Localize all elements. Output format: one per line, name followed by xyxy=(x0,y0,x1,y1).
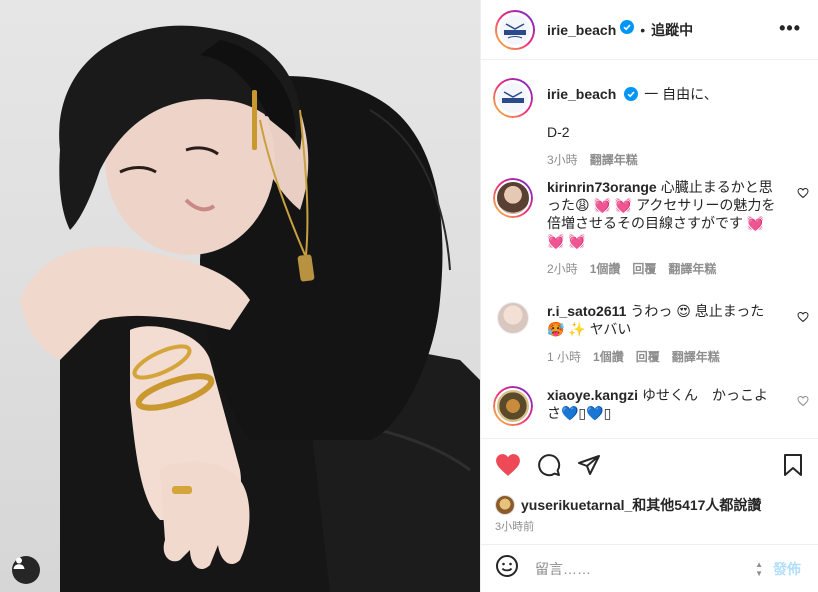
share-icon[interactable] xyxy=(577,453,601,482)
brand-logo-icon xyxy=(498,83,528,113)
author-username[interactable]: irie_beach xyxy=(547,22,616,38)
like-comment-heart-icon[interactable] xyxy=(797,394,809,412)
verified-icon xyxy=(620,20,635,39)
comment-item: xiaoye.kangzi ゆせくん かっこよさ💙▯💙▯ xyxy=(493,386,809,426)
commenter-username[interactable]: xiaoye.kangzi xyxy=(547,387,638,403)
caption-username[interactable]: irie_beach xyxy=(547,86,616,102)
caption: irie_beach 一 自由に、 D-2 3小時 翻譯年糕 xyxy=(493,78,809,169)
resize-handle-icon[interactable]: ▲ ▼ xyxy=(755,560,763,578)
reply-button[interactable]: 回覆 xyxy=(636,348,660,366)
commenter-avatar[interactable] xyxy=(493,386,533,426)
post-side-panel: irie_beach • 追蹤中 ••• irie_beach 一 自由に、 D… xyxy=(480,0,818,592)
caption-line2: D-2 xyxy=(547,124,570,140)
comment-item: r.i_sato2611 うわっ 😍 息止まった 🥵 ✨ ヤバい 1 小時 1個讚… xyxy=(493,302,809,366)
translate-button[interactable]: 翻譯年糕 xyxy=(672,348,720,366)
caption-time[interactable]: 3小時 xyxy=(547,151,578,169)
more-options-button[interactable]: ••• xyxy=(779,18,801,39)
comment-time[interactable]: 2小時 xyxy=(547,260,578,278)
comment-likes[interactable]: 1個讚 xyxy=(593,348,624,366)
comment-input[interactable] xyxy=(535,560,735,577)
translate-button[interactable]: 翻譯年糕 xyxy=(668,260,716,278)
likes-summary[interactable]: yuserikuetarnal_和其他5417人都說讚 xyxy=(495,495,761,515)
emoji-icon[interactable] xyxy=(495,554,519,583)
post-actions: yuserikuetarnal_和其他5417人都說讚 3小時前 xyxy=(481,438,818,544)
like-comment-heart-icon[interactable] xyxy=(797,186,809,204)
caption-avatar[interactable] xyxy=(493,78,533,118)
portrait-illustration xyxy=(20,25,480,592)
like-heart-icon[interactable] xyxy=(495,453,521,482)
reply-button[interactable]: 回覆 xyxy=(632,260,656,278)
commenter-avatar[interactable] xyxy=(497,302,529,334)
brand-logo-icon xyxy=(500,14,530,45)
commenter-username[interactable]: r.i_sato2611 xyxy=(547,303,626,319)
author-avatar[interactable] xyxy=(495,9,535,50)
verified-icon xyxy=(624,87,639,105)
likes-text[interactable]: yuserikuetarnal_和其他5417人都說讚 xyxy=(521,495,761,515)
commenter-username[interactable]: kirinrin73orange xyxy=(547,179,657,195)
comments-list[interactable]: irie_beach 一 自由に、 D-2 3小時 翻譯年糕 kirinrin73… xyxy=(481,60,818,438)
comment-item: kirinrin73orange 心臓止まるかと思った😩 💓 💓 アクセサリーの魅… xyxy=(493,178,809,278)
like-comment-heart-icon[interactable] xyxy=(797,310,809,328)
post-photo[interactable] xyxy=(0,0,480,592)
comment-likes[interactable]: 1個讚 xyxy=(590,260,621,278)
translate-button[interactable]: 翻譯年糕 xyxy=(590,151,638,169)
commenter-avatar[interactable] xyxy=(493,178,533,218)
caption-text: 一 自由に、 xyxy=(644,86,718,102)
tagged-users-button[interactable] xyxy=(12,556,40,584)
post-header: irie_beach • 追蹤中 ••• xyxy=(481,0,818,60)
separator-dot: • xyxy=(640,21,646,38)
add-comment-bar: ▲▼ 發佈 xyxy=(481,544,818,592)
liker-avatar xyxy=(495,495,515,515)
posted-time[interactable]: 3小時前 xyxy=(495,518,534,534)
bookmark-icon[interactable] xyxy=(783,453,803,482)
post-comment-button[interactable]: 發佈 xyxy=(773,559,801,579)
following-button[interactable]: 追蹤中 xyxy=(651,20,693,40)
comment-time[interactable]: 1 小時 xyxy=(547,348,581,366)
comment-icon[interactable] xyxy=(537,453,561,482)
user-icon xyxy=(13,557,25,569)
